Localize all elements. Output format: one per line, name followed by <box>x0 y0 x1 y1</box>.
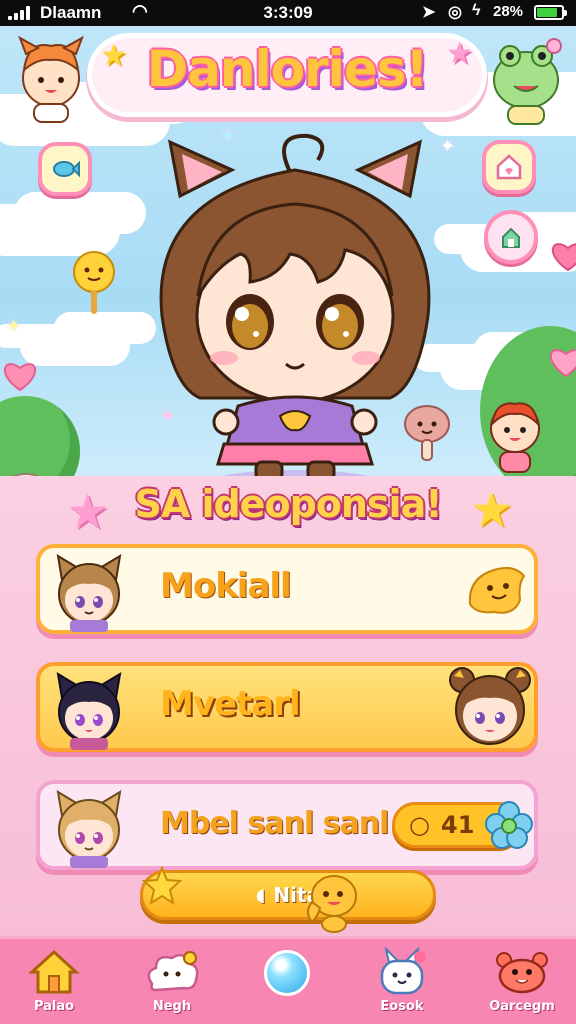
character-name: Mvetarl <box>160 684 301 724</box>
character-portrait <box>56 672 122 750</box>
nav-item-negh[interactable]: Negh <box>122 945 222 1014</box>
sparkle: ✦ <box>6 316 22 337</box>
orb-icon[interactable] <box>264 950 310 996</box>
nav-item-home[interactable]: Palao <box>4 945 104 1014</box>
heart-icon <box>551 243 576 272</box>
location-icon: ➤ <box>422 4 436 21</box>
battery-percent: 28% <box>493 3 524 20</box>
character-row[interactable]: Mbel sanl sanl ○ 41 <box>36 780 538 870</box>
character-row[interactable]: Mokiall <box>36 544 538 634</box>
nav-label: Negh <box>152 999 192 1014</box>
flower-icon <box>485 801 533 849</box>
nav-item-eosok[interactable]: Eosok <box>352 945 452 1014</box>
fish-icon[interactable] <box>38 142 92 196</box>
nav-item-oarcegm[interactable]: Oarcegm <box>472 945 572 1014</box>
house-icon <box>28 949 80 994</box>
count-value: 41 <box>441 811 475 839</box>
action-button[interactable]: ◖ Nita <box>140 870 436 920</box>
panel-header: SA ideoponsia! <box>134 482 442 526</box>
nav-label: Palao <box>33 999 75 1014</box>
character-name: Mbel sanl sanl <box>160 806 389 841</box>
battery-icon <box>534 5 567 20</box>
character-row[interactable]: Mvetarl <box>36 662 538 752</box>
lollipop-prop <box>73 251 115 314</box>
star-icon: ★ <box>100 38 127 73</box>
mascot-icon <box>307 875 357 933</box>
crab-icon <box>496 952 548 994</box>
hero-character <box>159 133 431 494</box>
red-hair-kid <box>490 402 540 473</box>
game-title: Danlories! <box>146 40 429 98</box>
charging-icon: ϟ <box>472 2 481 19</box>
bun-girl-portrait <box>449 667 531 745</box>
star-icon <box>142 866 182 906</box>
battery-fill <box>537 8 557 17</box>
status-bar: Dlaamn ◠ 3:3:09 ➤ ◎ ϟ 28% <box>0 0 576 26</box>
nav-label: Oarcegm <box>489 999 555 1014</box>
clock: 3:3:09 <box>263 3 313 22</box>
character-portrait <box>56 790 122 868</box>
speech-bubble-icon: ◖ <box>255 884 266 906</box>
character-name: Mokiall <box>160 566 292 606</box>
bunny-icon <box>380 947 426 995</box>
alarm-icon: ◎ <box>448 4 462 21</box>
cat-cloud-icon <box>147 951 199 992</box>
heart-icon <box>3 363 37 392</box>
heart-icon <box>549 349 576 378</box>
character-portrait <box>56 554 122 632</box>
nav-label: Eosok <box>380 999 424 1014</box>
coin-icon: ○ <box>409 811 430 839</box>
slime-icon <box>468 567 526 614</box>
star-icon: ★ <box>446 36 473 71</box>
frog-character <box>493 38 562 125</box>
lock-icon[interactable] <box>484 210 538 264</box>
fox-kid-character <box>18 35 84 123</box>
house-icon[interactable] <box>482 140 536 194</box>
